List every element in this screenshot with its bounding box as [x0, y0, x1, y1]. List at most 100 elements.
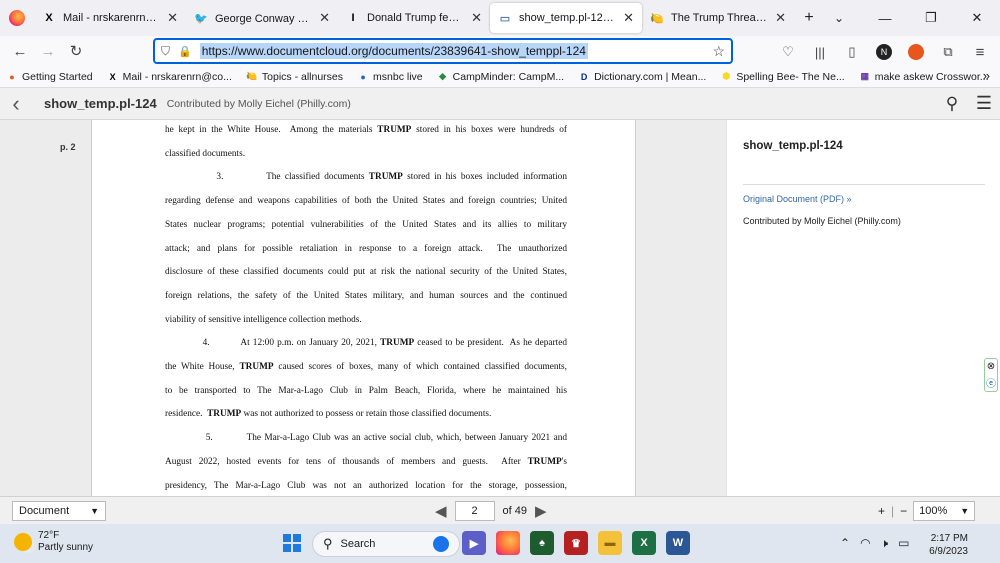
- bookmark-label: Topics - allnurses: [261, 70, 344, 83]
- reload-icon[interactable]: ↻: [62, 37, 90, 65]
- zoom-in-icon[interactable]: +: [878, 504, 885, 518]
- dictionary-icon: D: [580, 71, 588, 82]
- excel-icon[interactable]: X: [632, 531, 656, 555]
- bookmark-item[interactable]: ◆ CampMinder: CampM...: [437, 71, 564, 83]
- campminder-icon: ◆: [439, 71, 447, 81]
- extensions-puzzle-icon[interactable]: ⧉: [934, 38, 962, 66]
- previous-page-icon[interactable]: ◀: [435, 502, 447, 520]
- clock-date: 6/9/2023: [929, 546, 968, 557]
- bookmark-item[interactable]: 🍋 Topics - allnurses: [246, 71, 343, 83]
- total-pages-label: of 49: [502, 505, 528, 517]
- close-tab-icon[interactable]: ✕: [167, 10, 178, 26]
- wifi-icon[interactable]: ◠: [860, 536, 870, 551]
- pocket-icon[interactable]: ♡: [774, 38, 802, 66]
- e-circle-icon[interactable]: ⓔ: [986, 375, 996, 390]
- game-icon[interactable]: ♛: [564, 531, 588, 555]
- word-icon[interactable]: W: [666, 531, 690, 555]
- bookmark-item[interactable]: ⬢ Spelling Bee- The Ne...: [720, 71, 844, 83]
- tab-0[interactable]: X Mail - nrskarenrn@comca ✕: [34, 0, 186, 36]
- sidebar-title: show_temp.pl-124: [743, 140, 843, 152]
- bookmark-label: Spelling Bee- The Ne...: [736, 70, 845, 83]
- view-mode-value: Document: [19, 505, 70, 517]
- file-explorer-icon[interactable]: ▬: [598, 531, 622, 555]
- dropdown-caret-icon: ▼: [90, 506, 99, 516]
- library-icon[interactable]: |||: [806, 38, 834, 66]
- viewer-footer: Document ▼ ◀ 2 of 49 ▶ + | − 100% ▼: [0, 496, 1000, 524]
- document-text-line: he kept in the White House. Among the ma…: [165, 125, 567, 135]
- document-text-line: foreign relations, the safety of the Uni…: [165, 290, 567, 301]
- tab-2[interactable]: I Donald Trump federal ind ✕: [338, 0, 490, 36]
- back-arrow-icon[interactable]: ←: [6, 37, 34, 65]
- bookmark-item[interactable]: ● msnbc live: [357, 71, 422, 83]
- lock-icon[interactable]: 🔒: [178, 45, 192, 58]
- new-tab-button[interactable]: +: [794, 0, 824, 36]
- close-tab-icon[interactable]: ✕: [623, 10, 634, 26]
- bookmark-item[interactable]: ● Getting Started: [6, 71, 92, 83]
- sidebar-contributor: Contributed by Molly Eichel (Philly.com): [743, 216, 901, 226]
- close-tab-icon[interactable]: ✕: [775, 10, 786, 26]
- side-extension-widget[interactable]: ⊗ ⓔ: [984, 358, 998, 392]
- tab-title: Mail - nrskarenrn@comca: [63, 12, 161, 24]
- menu-hamburger-icon[interactable]: ☰: [968, 93, 1000, 114]
- shield-icon[interactable]: ⛉: [161, 44, 170, 59]
- crossword-icon: ▦: [860, 71, 869, 81]
- zoom-divider: |: [891, 504, 895, 518]
- document-text-line: regarding defense and weapons capabiliti…: [165, 196, 567, 207]
- list-all-tabs-icon[interactable]: ⌄: [824, 0, 854, 36]
- page-number-input[interactable]: 2: [454, 501, 495, 521]
- restore-button[interactable]: ❐: [908, 0, 954, 36]
- volume-mute-icon[interactable]: 🕨: [881, 536, 889, 551]
- extension-icon[interactable]: [902, 38, 930, 66]
- navigation-toolbar: ← → ↻ ⛉ 🔒 https://www.documentcloud.org/…: [0, 36, 1000, 66]
- close-circle-icon[interactable]: ⊗: [987, 361, 995, 372]
- tab-title: Donald Trump federal ind: [367, 12, 465, 24]
- view-mode-select[interactable]: Document ▼: [12, 501, 106, 521]
- next-page-icon[interactable]: ▶: [535, 502, 547, 520]
- account-avatar-icon[interactable]: N: [870, 38, 898, 66]
- bookmark-item[interactable]: X Mail - nrskarenrn@co...: [107, 71, 232, 83]
- zoom-out-icon[interactable]: −: [900, 504, 907, 518]
- zoom-select[interactable]: 100% ▼: [913, 501, 976, 521]
- windows-start-icon[interactable]: [283, 534, 301, 552]
- clock-time: 2:17 PM: [930, 533, 968, 544]
- bookmarks-overflow-icon[interactable]: »: [983, 68, 990, 83]
- twitter-bird-icon: 🐦: [194, 12, 208, 25]
- tab-4[interactable]: 🍋 The Trump Thread - Page ✕: [642, 0, 794, 36]
- spelling-bee-icon: ⬢: [722, 71, 731, 81]
- solitaire-icon[interactable]: ♠: [530, 531, 554, 555]
- document-viewer[interactable]: p. 2 he kept in the White House. Among t…: [0, 120, 726, 496]
- back-chevron-icon[interactable]: ‹: [0, 91, 32, 117]
- battery-icon[interactable]: ▭: [898, 536, 909, 551]
- page-number-label: p. 2: [60, 142, 76, 152]
- close-tab-icon[interactable]: ✕: [471, 10, 482, 26]
- document-text-line: 5. The Mar-a-Lago Club was an active soc…: [165, 433, 567, 444]
- chevron-up-icon[interactable]: ⌃: [840, 536, 850, 551]
- search-icon[interactable]: ⚲: [936, 94, 968, 114]
- close-window-button[interactable]: ✕: [954, 0, 1000, 36]
- app-menu-icon[interactable]: ≡: [966, 38, 994, 66]
- bookmark-label: make askew Crosswor...: [874, 70, 989, 83]
- tab-1[interactable]: 🐦 George Conway 🇺🇦 (@gtc ✕: [186, 0, 338, 36]
- bookmark-item[interactable]: D Dictionary.com | Mean...: [578, 71, 706, 83]
- bookmark-star-icon[interactable]: ☆: [712, 43, 725, 60]
- minimize-button[interactable]: —: [862, 0, 908, 36]
- system-clock[interactable]: 2:17 PM 6/9/2023: [922, 532, 968, 558]
- address-bar[interactable]: ⛉ 🔒 https://www.documentcloud.org/docume…: [153, 38, 733, 64]
- url-text[interactable]: https://www.documentcloud.org/documents/…: [199, 43, 588, 59]
- allnurses-icon: 🍋: [246, 71, 258, 81]
- taskbar-search[interactable]: ⚲ Search: [312, 531, 460, 557]
- firefox-taskbar-icon[interactable]: [496, 531, 520, 555]
- tab-3[interactable]: ▭ show_temp.pl-124 - Docu ✕: [490, 3, 642, 33]
- close-tab-icon[interactable]: ✕: [319, 10, 330, 26]
- divider: [743, 184, 985, 185]
- bookmark-item[interactable]: ▦ make askew Crosswor...: [859, 70, 989, 83]
- original-document-link[interactable]: Original Document (PDF) »: [743, 194, 852, 204]
- tab-strip: X Mail - nrskarenrn@comca ✕ 🐦 George Conway …: [34, 0, 794, 36]
- weather-widget[interactable]: 72°F Partly sunny: [14, 530, 93, 554]
- forward-arrow-icon[interactable]: →: [34, 37, 62, 65]
- document-text-line: 4. At 12:00 p.m. on January 20, 2021, TR…: [165, 338, 567, 349]
- sidebar-toggle-icon[interactable]: ▯: [838, 38, 866, 66]
- firefox-menu-icon[interactable]: [0, 0, 34, 36]
- dropdown-caret-icon: ▼: [960, 506, 970, 516]
- teams-meet-icon[interactable]: ▶: [462, 531, 486, 555]
